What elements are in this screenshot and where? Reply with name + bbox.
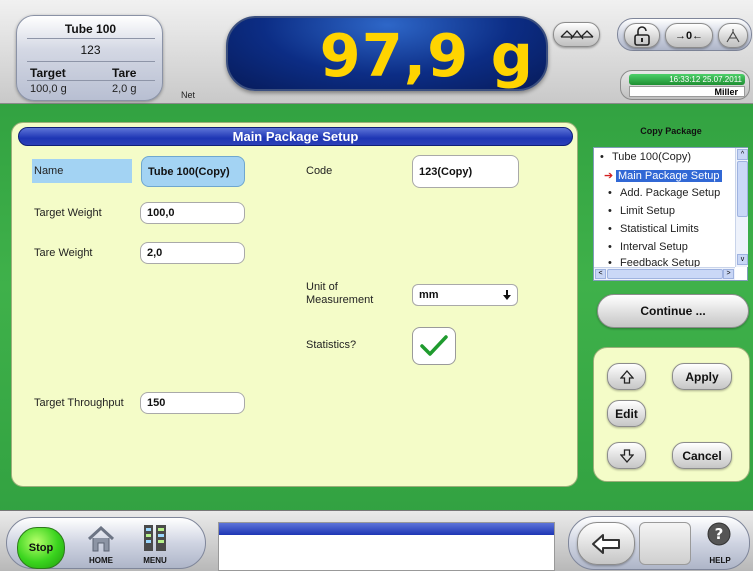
divider — [27, 80, 155, 81]
target-throughput-label: Target Throughput — [34, 397, 124, 409]
weight-value: 97,9 g — [319, 21, 534, 90]
bullet-icon: • — [608, 205, 612, 217]
menu-label: MENU — [143, 556, 167, 565]
tree-item-limit-setup[interactable]: • Limit Setup — [608, 205, 675, 217]
arrow-down-icon — [503, 289, 511, 300]
product-info-box[interactable]: Tube 100 123 Target Tare 100,0 g 2,0 g — [16, 15, 163, 101]
scale-controls-group: →0← — [617, 18, 752, 51]
home-label: HOME — [89, 556, 113, 565]
menu-button[interactable]: MENU — [133, 524, 177, 568]
move-up-button[interactable] — [607, 363, 646, 390]
copy-package-title: Copy Package — [640, 126, 702, 136]
target-weight-field[interactable]: 100,0 — [140, 202, 245, 224]
uom-label-line2: Measurement — [306, 294, 374, 306]
weight-display: 97,9 g — [226, 16, 548, 91]
arrow-up-icon — [619, 369, 634, 384]
user-name: Miller — [629, 86, 745, 97]
tree-item-root[interactable]: • Tube 100(Copy) — [600, 151, 691, 163]
net-label: Net — [181, 90, 196, 100]
tree-item-main-package-setup[interactable]: ➔ Main Package Setup — [604, 169, 722, 182]
message-area — [218, 522, 555, 571]
nav-group-left: Stop HOME MENU — [6, 517, 206, 569]
scroll-up-icon[interactable]: ^ — [737, 149, 748, 160]
checkmark-icon — [420, 335, 448, 356]
help-button[interactable]: ? HELP — [695, 522, 745, 568]
calibrate-icon — [726, 28, 740, 42]
help-label: HELP — [709, 556, 731, 565]
scroll-thumb[interactable] — [607, 269, 723, 279]
name-label: Name — [32, 159, 132, 183]
tree-item-feedback-setup[interactable]: • Feedback Setup — [608, 257, 700, 267]
blank-button[interactable] — [639, 522, 691, 565]
target-throughput-field[interactable]: 150 — [140, 392, 245, 414]
uom-label-line1: Unit of — [306, 281, 338, 293]
message-bar — [219, 523, 554, 535]
bullet-icon: • — [608, 241, 612, 253]
tare-weight-label: Tare Weight — [34, 247, 93, 259]
svg-text:?: ? — [715, 525, 724, 543]
header-bar: Tube 100 123 Target Tare 100,0 g 2,0 g N… — [0, 0, 753, 104]
unlock-button[interactable] — [624, 23, 660, 48]
menu-icon — [144, 525, 166, 551]
tree-item-add-package-setup[interactable]: • Add. Package Setup — [608, 187, 720, 199]
status-panel: 16:33:12 25.07.2011 Miller — [620, 70, 750, 100]
home-icon — [87, 526, 115, 552]
horizontal-scrollbar[interactable]: < > — [594, 267, 735, 280]
continue-button[interactable]: Continue ... — [597, 294, 749, 328]
datetime: 16:33:12 25.07.2011 — [629, 74, 745, 85]
tare-label: Tare — [112, 66, 137, 80]
scale-balance-icon — [560, 29, 593, 39]
target-label: Target — [30, 66, 66, 80]
product-name: Tube 100 — [64, 22, 117, 36]
zero-button[interactable]: →0← — [665, 23, 713, 48]
bullet-icon: • — [608, 257, 612, 267]
uom-select[interactable]: mm — [412, 284, 518, 306]
product-code: 123 — [80, 43, 101, 57]
tree-item-statistical-limits[interactable]: • Statistical Limits — [608, 223, 699, 235]
tree-item-interval-setup[interactable]: • Interval Setup — [608, 241, 688, 253]
edit-button[interactable]: Edit — [607, 400, 646, 427]
uom-value: mm — [419, 289, 439, 301]
code-field[interactable]: 123(Copy) — [412, 155, 519, 188]
tare-value: 2,0 g — [112, 83, 137, 95]
help-icon: ? — [707, 522, 731, 546]
bullet-icon: • — [608, 223, 612, 235]
scroll-left-icon[interactable]: < — [595, 269, 606, 279]
cancel-button[interactable]: Cancel — [672, 442, 732, 469]
home-button[interactable]: HOME — [79, 524, 123, 568]
panel-title: Main Package Setup — [18, 127, 573, 146]
statistics-checkbox[interactable] — [412, 327, 456, 365]
stop-label: Stop — [28, 542, 54, 554]
edit-controls-panel: Apply Edit Cancel — [593, 347, 750, 482]
divider — [27, 38, 155, 39]
stop-button[interactable]: Stop — [17, 527, 65, 569]
arrow-left-icon — [592, 533, 620, 554]
calibrate-button[interactable] — [718, 23, 748, 48]
move-down-button[interactable] — [607, 442, 646, 469]
vertical-scrollbar[interactable]: ^ v — [735, 148, 748, 267]
back-button[interactable] — [577, 522, 635, 565]
tare-weight-field[interactable]: 2,0 — [140, 242, 245, 264]
divider — [27, 61, 155, 62]
bullet-icon: • — [600, 151, 604, 163]
code-label: Code — [306, 165, 333, 177]
apply-button[interactable]: Apply — [672, 363, 732, 390]
arrow-right-icon: ➔ — [604, 170, 614, 182]
arrow-down-icon — [619, 448, 634, 463]
bullet-icon: • — [608, 187, 612, 199]
scroll-thumb[interactable] — [737, 161, 748, 217]
main-package-setup-panel: Main Package Setup Name Tube 100(Copy) C… — [11, 122, 578, 487]
nav-group-right: ? HELP — [568, 516, 750, 570]
scroll-right-icon[interactable]: > — [723, 269, 734, 279]
zero-label: →0← — [674, 29, 704, 42]
target-value: 100,0 g — [30, 83, 67, 95]
statistics-label: Statistics? — [306, 339, 357, 351]
name-field[interactable]: Tube 100(Copy) — [141, 156, 245, 187]
scroll-down-icon[interactable]: v — [737, 254, 748, 265]
target-weight-label: Target Weight — [34, 207, 102, 219]
setup-tree[interactable]: • Tube 100(Copy) ➔ Main Package Setup • Add… — [593, 147, 748, 281]
scale-balance-button[interactable] — [553, 22, 600, 47]
unlock-icon — [634, 25, 650, 46]
